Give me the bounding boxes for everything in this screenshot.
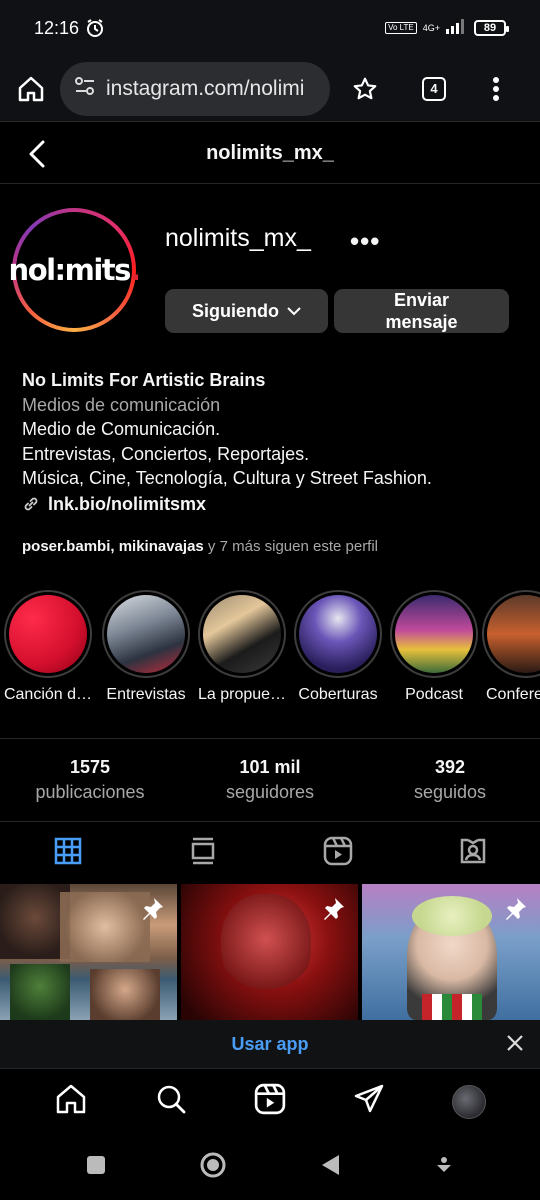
chevron-down-icon — [287, 306, 301, 316]
grid-icon — [54, 837, 82, 870]
volte-badge: Vo LTE — [385, 22, 417, 34]
tab-tagged[interactable] — [405, 822, 540, 884]
home-icon[interactable] — [16, 74, 46, 104]
pin-icon — [320, 896, 346, 927]
post-thumbnail[interactable] — [181, 884, 358, 1020]
stat-value: 392 — [434, 757, 466, 777]
highlight-label: Coberturas — [298, 686, 378, 703]
status-bar: 12:16 Vo LTE 4G+ 89 — [0, 0, 540, 56]
send-message-button[interactable]: Enviar mensaje — [334, 289, 509, 333]
following-button[interactable]: Siguiendo — [165, 289, 328, 333]
tab-reels[interactable] — [270, 822, 405, 884]
highlight-item[interactable]: Confere — [482, 590, 540, 704]
followers-count[interactable]: 101 mil seguidores — [180, 739, 360, 821]
url-bar[interactable]: instagram.com/nolimi — [60, 61, 330, 116]
use-app-link[interactable]: Usar app — [231, 1034, 308, 1055]
url-text: instagram.com/nolimi — [106, 76, 305, 100]
following-button-label: Siguiendo — [192, 301, 279, 321]
browser-menu-icon[interactable] — [492, 76, 500, 102]
profile-tabs — [0, 822, 540, 884]
system-menu-down-icon[interactable] — [434, 1155, 454, 1180]
post-thumbnail[interactable] — [362, 884, 540, 1020]
stat-value: 101 mil — [239, 757, 301, 777]
bio-link[interactable]: lnk.bio/nolimitsmx — [22, 492, 432, 517]
nav-profile-avatar[interactable] — [452, 1084, 487, 1119]
system-back-triangle-icon[interactable] — [319, 1153, 341, 1182]
site-settings-icon[interactable] — [74, 75, 96, 102]
link-icon — [22, 495, 40, 513]
highlight-label: Entrevistas — [106, 686, 186, 703]
profile-bio: No Limits For Artistic Brains Medios de … — [22, 368, 432, 516]
stat-label: publicaciones — [35, 782, 145, 802]
bio-line: Medio de Comunicación. — [22, 419, 221, 439]
tab-switcher-button[interactable]: 4 — [422, 76, 446, 101]
bio-link-text: lnk.bio/nolimitsmx — [48, 493, 207, 514]
recents-square-icon[interactable] — [86, 1155, 106, 1180]
bio-line: Música, Cine, Tecnología, Cultura y Stre… — [22, 468, 432, 488]
tab-posts-grid[interactable] — [0, 822, 135, 884]
bio-category: Medios de comunicación — [22, 394, 221, 415]
highlight-item[interactable]: Canción d… — [0, 590, 96, 704]
pin-icon — [139, 896, 165, 927]
profile-header: nolimits_mx_ — [0, 124, 540, 184]
pin-icon — [502, 896, 528, 927]
highlight-item[interactable]: Entrevistas — [98, 590, 194, 704]
nav-direct-message-icon[interactable] — [353, 1083, 385, 1120]
highlight-label: Confere — [486, 686, 540, 703]
status-time: 12:16 — [34, 17, 80, 38]
nav-reels-icon[interactable] — [254, 1083, 286, 1120]
use-app-banner: Usar app — [0, 1020, 540, 1068]
highlight-item[interactable]: Podcast — [386, 590, 482, 704]
highlight-label: La propue… — [197, 686, 287, 703]
highlight-item[interactable]: La propue… — [194, 590, 290, 704]
network-type: 4G+ — [422, 23, 440, 33]
brand-logo: nol:mits. — [8, 253, 141, 287]
following-count[interactable]: 392 seguidos — [360, 739, 540, 821]
posts-grid — [0, 884, 540, 1020]
alarm-icon — [85, 18, 105, 38]
bio-name: No Limits For Artistic Brains — [22, 370, 266, 390]
avatar[interactable]: nol:mits. — [9, 208, 141, 332]
followed-by-names: poser.bambi, mikinavajas — [22, 538, 204, 555]
feed-icon — [191, 837, 215, 870]
close-icon[interactable] — [506, 1034, 524, 1057]
highlight-label: Podcast — [405, 686, 463, 703]
tagged-icon — [458, 836, 488, 871]
story-highlights: Canción d… Entrevistas La propue… Cobert… — [0, 590, 540, 710]
more-options-button[interactable]: ••• — [350, 226, 380, 257]
posts-count: 1575 publicaciones — [0, 739, 180, 821]
post-thumbnail[interactable] — [0, 884, 177, 1020]
profile-stats: 1575 publicaciones 101 mil seguidores 39… — [0, 738, 540, 822]
browser-toolbar: instagram.com/nolimi 4 — [0, 56, 540, 122]
stat-label: seguidos — [413, 782, 487, 802]
bio-line: Entrevistas, Conciertos, Reportajes. — [22, 443, 310, 464]
profile-username: nolimits_mx_ — [165, 224, 311, 252]
nav-home-icon[interactable] — [54, 1082, 88, 1121]
highlight-label: Canción d… — [3, 686, 93, 703]
followed-by-rest: y 7 más siguen este perfil — [203, 538, 379, 555]
highlight-item[interactable]: Coberturas — [290, 590, 386, 704]
bottom-navigation — [0, 1068, 540, 1134]
tab-feed[interactable] — [135, 822, 270, 884]
reels-icon — [323, 836, 353, 871]
signal-icon — [446, 18, 468, 39]
stat-value: 1575 — [69, 757, 111, 777]
system-home-circle-icon[interactable] — [199, 1151, 227, 1184]
system-navigation — [0, 1134, 540, 1200]
back-arrow-icon[interactable] — [26, 140, 50, 173]
stat-label: seguidores — [225, 782, 315, 802]
send-message-label: Enviar mensaje — [385, 290, 458, 332]
nav-search-icon[interactable] — [155, 1083, 187, 1120]
page-title: nolimits_mx_ — [206, 142, 334, 164]
bookmark-star-icon[interactable] — [352, 76, 378, 102]
followed-by-text[interactable]: poser.bambi, mikinavajas y 7 más siguen … — [22, 538, 378, 555]
battery-indicator: 89 — [474, 20, 509, 36]
